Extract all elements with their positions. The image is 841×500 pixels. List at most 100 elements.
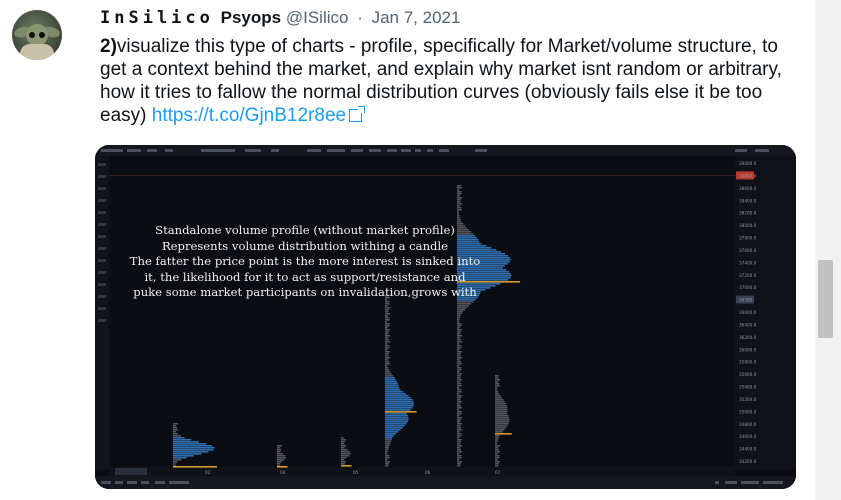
volume-bar xyxy=(341,437,344,439)
volume-bar xyxy=(385,309,389,311)
volume-bar xyxy=(495,449,499,451)
volume-bar xyxy=(495,395,501,397)
left-toolbar-item xyxy=(98,163,106,166)
volume-bar xyxy=(385,329,390,331)
volume-bar xyxy=(457,353,461,355)
volume-bar xyxy=(457,207,462,209)
volume-bar xyxy=(457,435,462,437)
volume-bar xyxy=(173,459,182,461)
volume-bar xyxy=(385,355,389,357)
price-tick-label: 36600.0 xyxy=(739,310,757,315)
volume-bar xyxy=(457,187,462,189)
volume-bar xyxy=(173,449,214,451)
volume-bar xyxy=(385,339,390,341)
volume-bar xyxy=(457,403,461,405)
volume-bar xyxy=(385,415,408,417)
tweet-link[interactable]: https://t.co/GjnB12r8ee xyxy=(152,105,346,126)
volume-bar xyxy=(277,461,282,463)
volume-bar xyxy=(457,201,461,203)
volume-bar xyxy=(457,423,462,425)
volume-bar xyxy=(341,449,348,451)
volume-bar xyxy=(385,321,388,323)
volume-bar xyxy=(457,447,461,449)
display-name-styled[interactable]: InSilico xyxy=(100,8,214,28)
volume-bar xyxy=(495,435,500,437)
volume-bar xyxy=(385,455,390,457)
volume-bar xyxy=(385,447,389,449)
volume-bar xyxy=(457,393,460,395)
price-tick-label: 37200.0 xyxy=(739,273,757,278)
volume-bar xyxy=(385,443,391,445)
avatar[interactable] xyxy=(12,10,62,60)
volume-bar xyxy=(341,463,345,465)
bottom-bar-item xyxy=(741,481,759,484)
bottom-bar-item xyxy=(725,481,737,484)
volume-bar xyxy=(385,335,390,337)
volume-bar xyxy=(385,331,389,333)
price-tick-label: 37000.0 xyxy=(739,285,757,290)
volume-bar xyxy=(385,427,403,429)
volume-bar xyxy=(495,409,508,411)
volume-bar xyxy=(457,197,462,199)
page-scrollbar-track[interactable] xyxy=(815,0,841,500)
display-name[interactable]: Psyops xyxy=(221,8,281,27)
price-tick-label: 36000.0 xyxy=(739,347,757,352)
toolbar-item xyxy=(271,149,279,152)
volume-bar xyxy=(385,463,389,465)
caption-line: it, the likelihood for it to act as supp… xyxy=(144,269,466,284)
volume-bar xyxy=(495,417,510,419)
volume-bar xyxy=(385,409,411,411)
volume-bar xyxy=(457,219,461,221)
volume-bar xyxy=(495,389,498,391)
price-tick-label: 37400.0 xyxy=(739,260,757,265)
volume-bar xyxy=(495,465,499,467)
tweet-date[interactable]: Jan 7, 2021 xyxy=(372,8,461,27)
volume-bar xyxy=(457,449,461,451)
tweet-media-image[interactable]: 39000.0 38800.0 38600.0 38400.0 38200.0 38000… xyxy=(95,145,796,489)
volume-bar xyxy=(457,445,462,447)
volume-bar xyxy=(495,459,498,461)
volume-bar xyxy=(385,363,390,365)
poc-line xyxy=(495,433,512,435)
tweet-text: 2)visualize this type of charts - profil… xyxy=(100,35,790,127)
volume-bar xyxy=(457,357,462,359)
volume-bar xyxy=(385,431,399,433)
volume-bar xyxy=(457,455,462,457)
volume-bar xyxy=(385,423,407,425)
volume-bar xyxy=(385,405,414,407)
volume-bar xyxy=(385,327,388,329)
volume-bar xyxy=(341,461,346,463)
toolbar-item xyxy=(127,149,141,152)
volume-bar xyxy=(457,195,460,197)
volume-bar xyxy=(385,383,398,385)
volume-bar xyxy=(495,429,505,431)
volume-bar xyxy=(385,359,389,361)
page-scrollbar-thumb[interactable] xyxy=(818,260,833,338)
poc-line xyxy=(173,466,218,468)
volume-bar xyxy=(457,311,464,313)
volume-bar xyxy=(385,429,401,431)
volume-bar xyxy=(495,393,500,395)
volume-bar xyxy=(385,437,393,439)
price-tick-label: 35000.0 xyxy=(739,409,757,414)
user-handle[interactable]: @ISilico xyxy=(286,8,349,27)
volume-bar xyxy=(457,211,460,213)
volume-bar xyxy=(385,303,390,305)
volume-bar xyxy=(385,345,390,347)
volume-bar xyxy=(457,363,462,365)
volume-bar xyxy=(457,203,462,205)
price-tick-label: 38000.0 xyxy=(739,223,757,228)
volume-bar xyxy=(457,381,461,383)
bottom-bar-item xyxy=(115,481,123,484)
volume-bar xyxy=(495,423,509,425)
volume-bar xyxy=(385,333,389,335)
volume-bar xyxy=(173,461,178,463)
time-label: 05 xyxy=(353,470,359,475)
volume-bar xyxy=(457,199,461,201)
volume-bar xyxy=(495,399,504,401)
toolbar-item xyxy=(101,149,123,152)
price-tick-label: 34600.0 xyxy=(739,434,757,439)
volume-bar xyxy=(457,319,460,321)
volume-bar xyxy=(457,411,462,413)
volume-bar xyxy=(457,189,460,191)
